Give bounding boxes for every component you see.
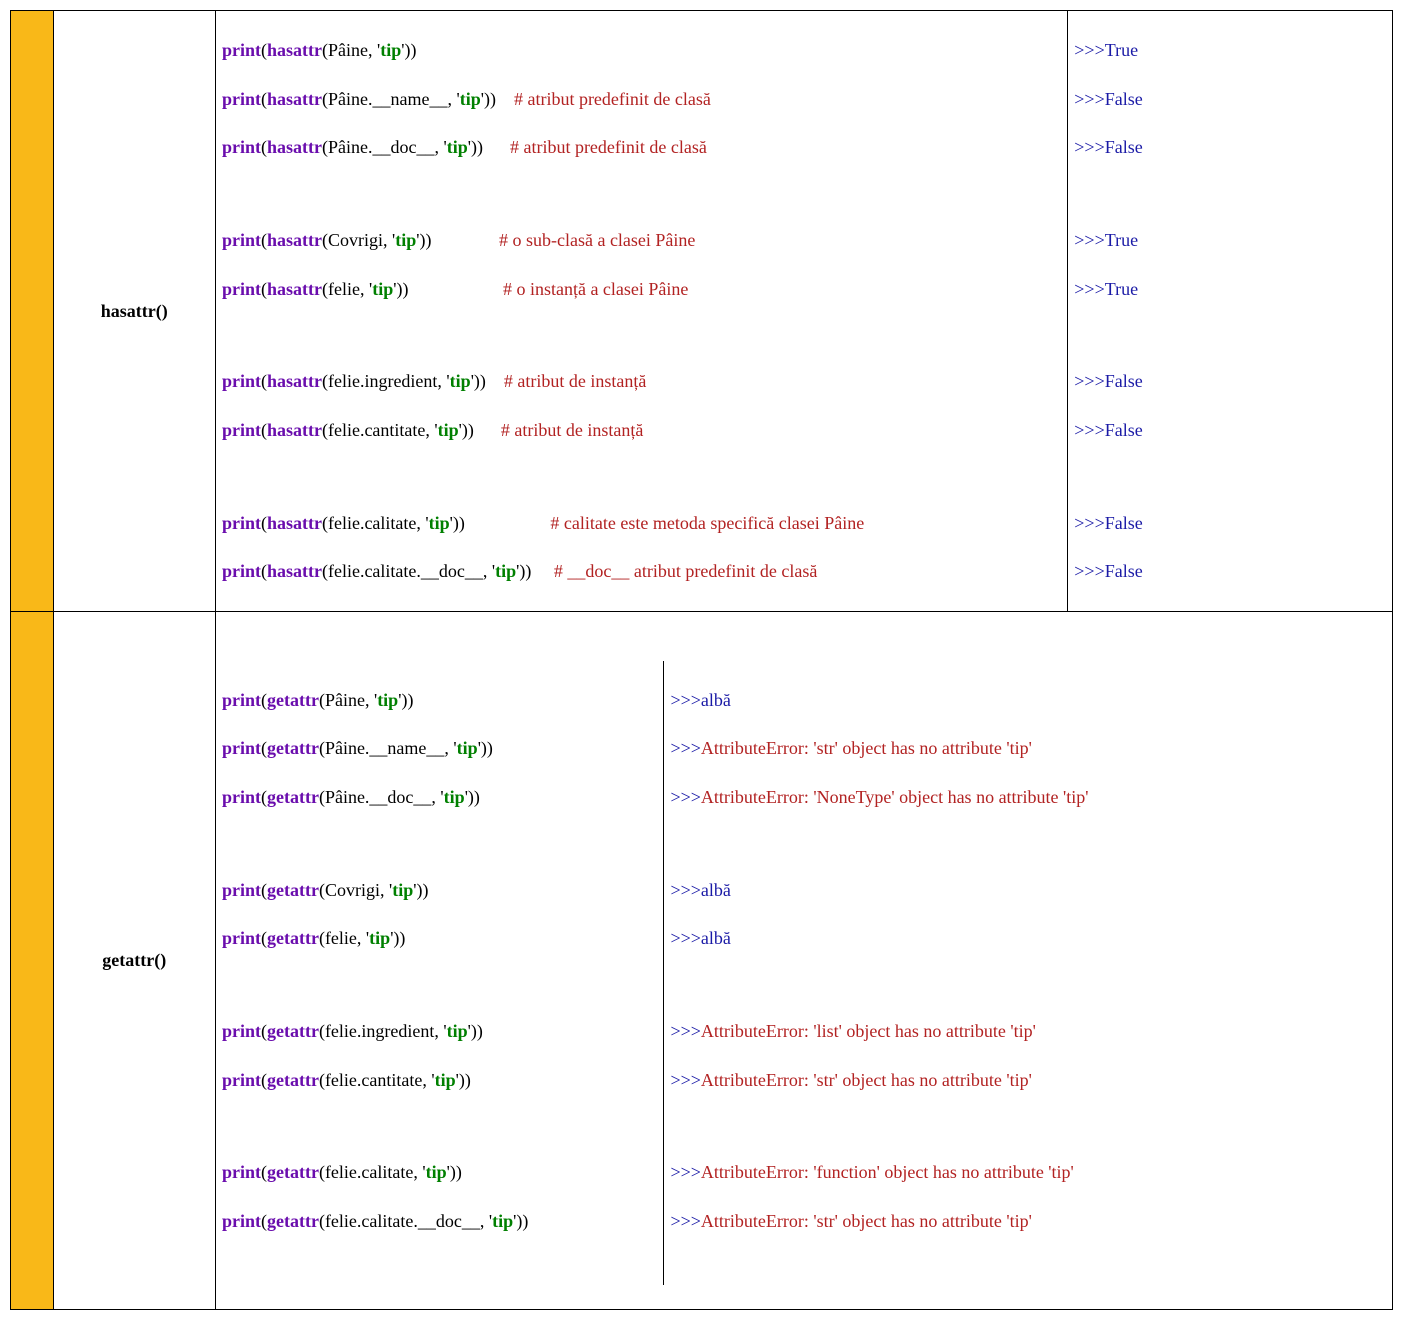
code-subcell-getattr: print(getattr(Pâine, 'tip')) print(getat… — [216, 661, 664, 1285]
row-marker — [11, 11, 54, 612]
output-cell-hasattr: >>>True >>>False >>>False >>>True >>>Tru… — [1068, 11, 1393, 612]
code-cell-hasattr: print(hasattr(Pâine, 'tip')) print(hasat… — [215, 11, 1067, 612]
row-marker — [11, 611, 54, 1309]
code-output-cell-getattr: print(getattr(Pâine, 'tip')) print(getat… — [215, 611, 1392, 1309]
function-name-hasattr: hasattr() — [53, 11, 215, 612]
code-examples-table: hasattr() print(hasattr(Pâine, 'tip')) p… — [10, 10, 1393, 1310]
function-name-getattr: getattr() — [53, 611, 215, 1309]
output-subcell-getattr: >>>albă >>>AttributeError: 'str' object … — [664, 661, 1392, 1285]
